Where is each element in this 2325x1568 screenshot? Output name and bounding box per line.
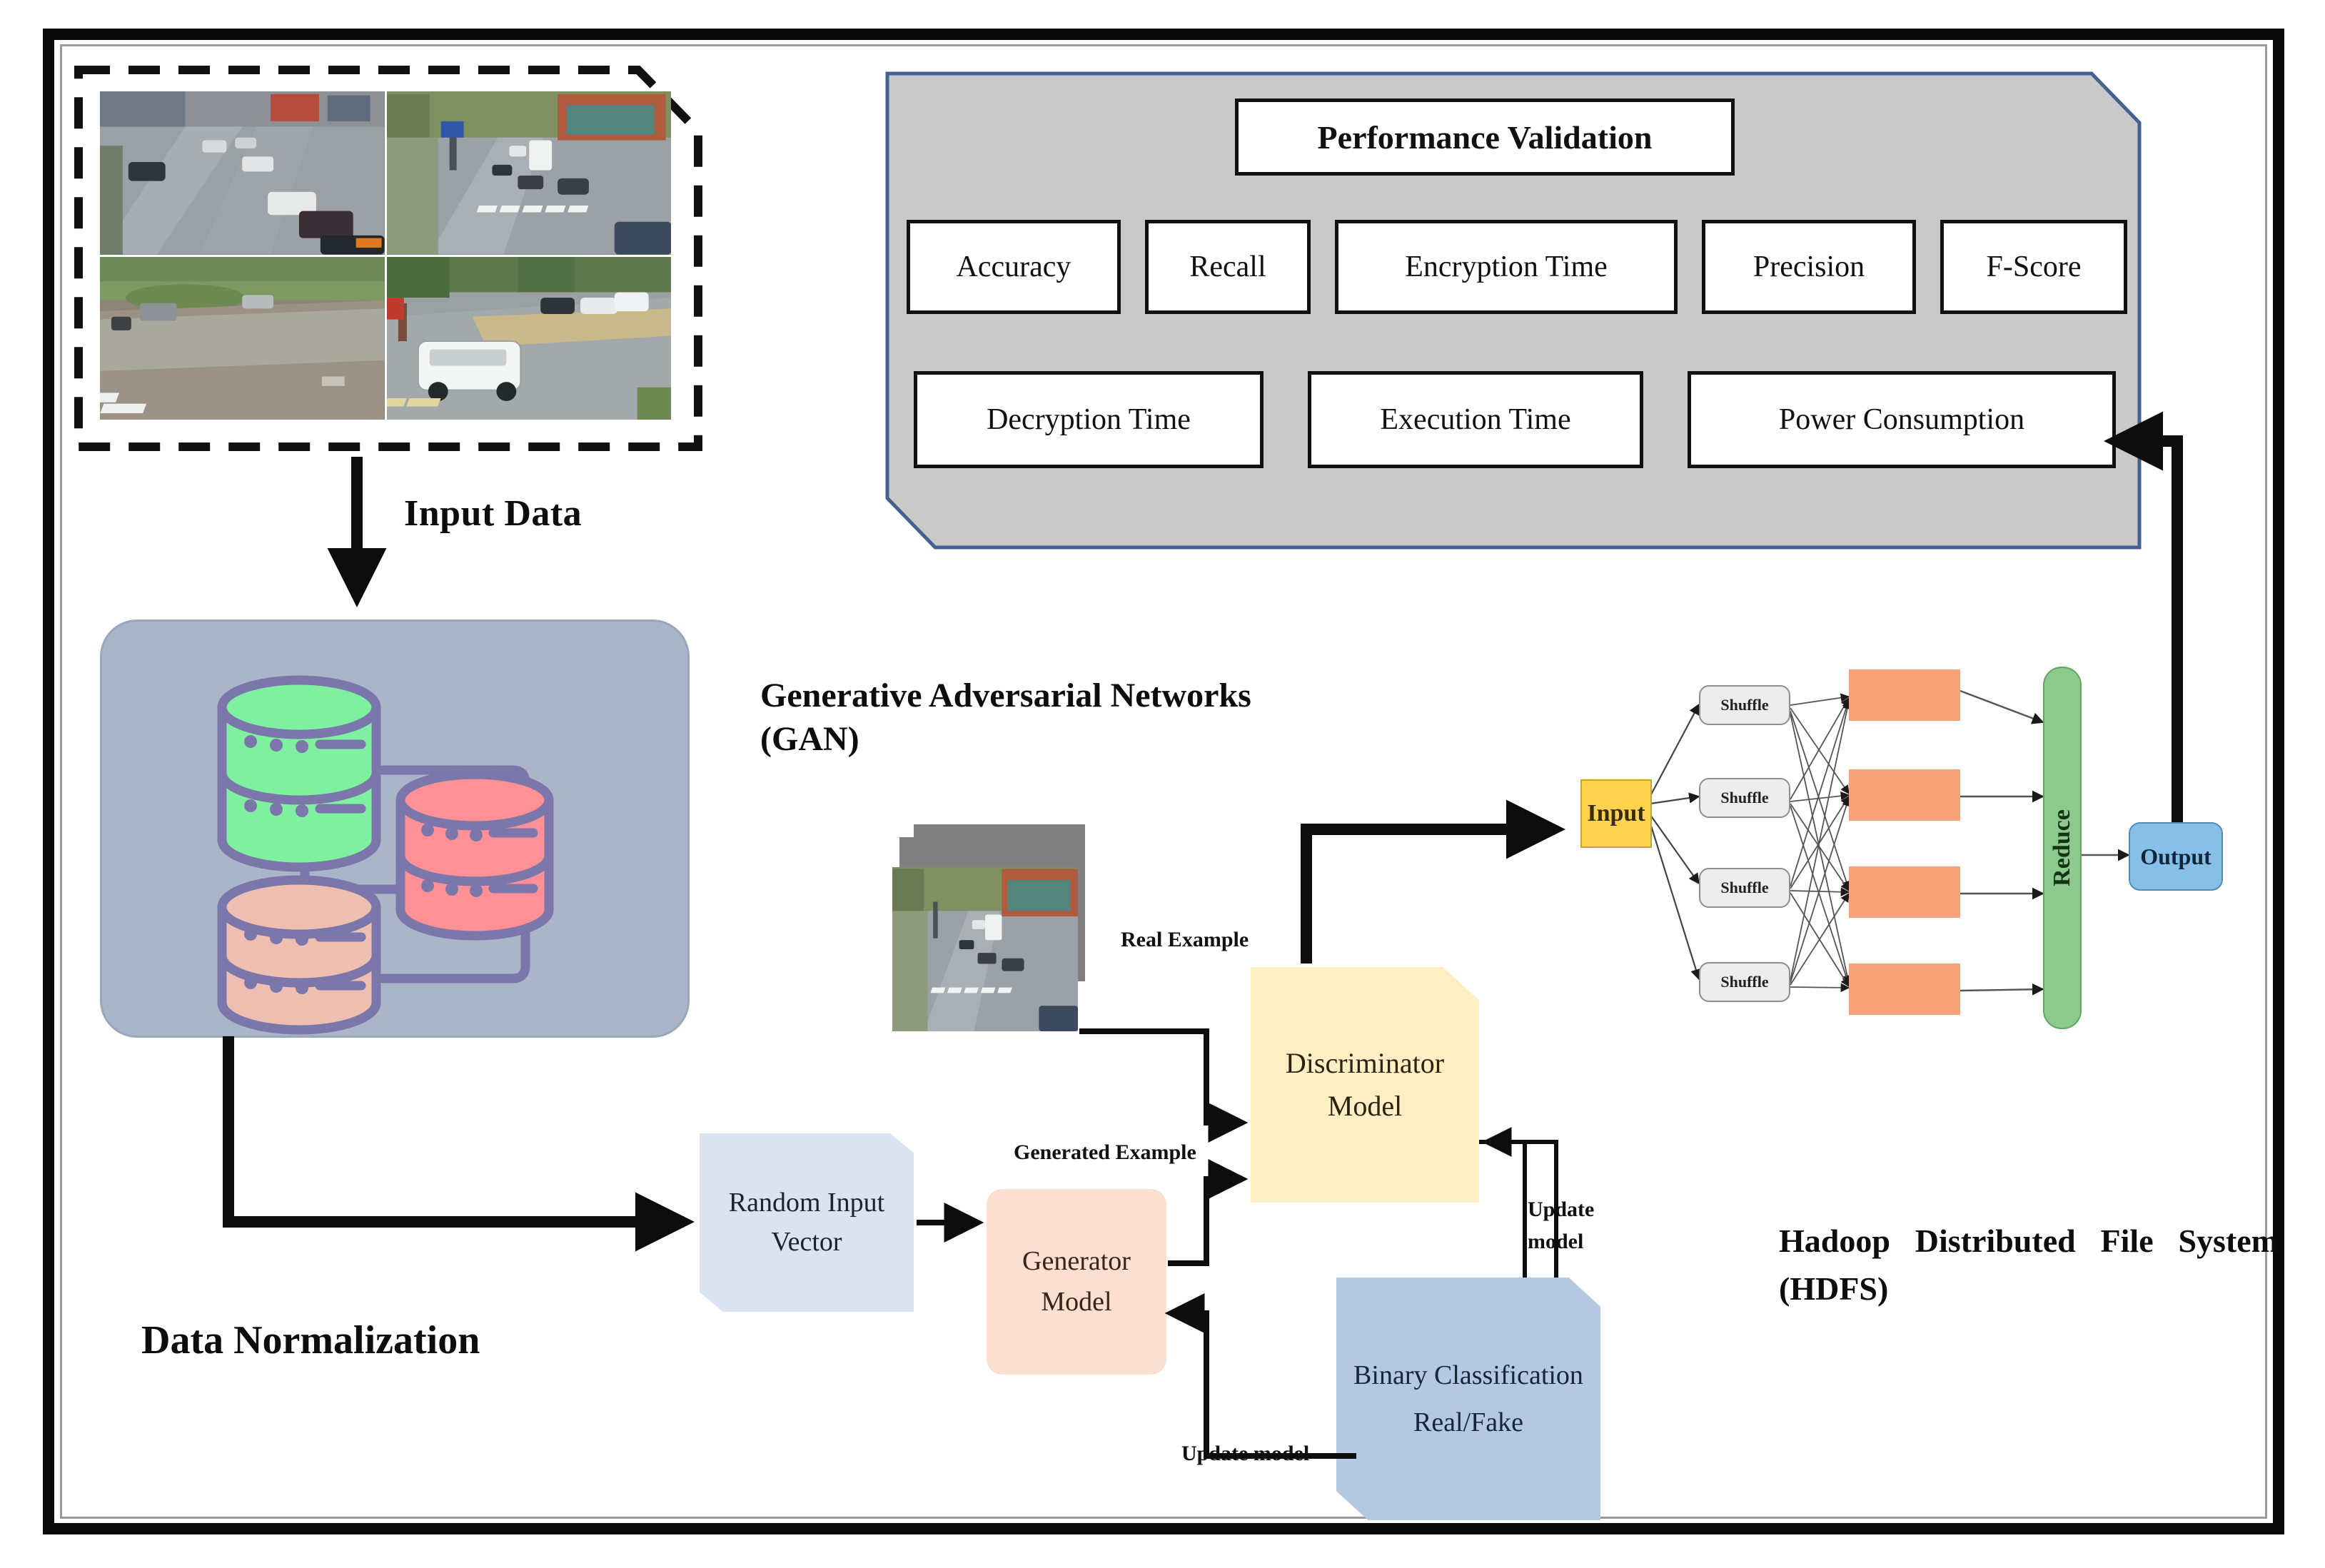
hdfs-map-node-4: Map: [1849, 963, 1960, 1015]
hdfs-map-node-3: Map: [1849, 866, 1960, 918]
db-cylinder-red: [395, 769, 554, 941]
performance-metrics-row-2: Decryption Time Execution Time Power Con…: [914, 371, 2116, 468]
hdfs-reduce-label: Reduce: [2049, 809, 2075, 886]
hdfs-shuffle-label-3: Shuffle: [1720, 879, 1769, 896]
input-data-label: Input Data: [404, 493, 582, 534]
hdfs-shuffle-label-2: Shuffle: [1720, 789, 1769, 806]
metric-precision: Precision: [1702, 220, 1916, 314]
metric-execution-time: Execution Time: [1308, 371, 1643, 468]
real-example-label: Real Example: [1121, 928, 1249, 951]
hdfs-section-label: Hadoop Distributed File System (HDFS): [1779, 1223, 2279, 1307]
update-model-discriminator-label: Update model: [1528, 1198, 1595, 1253]
metric-recall: Recall: [1145, 220, 1311, 314]
hdfs-map-shape-1: [1849, 669, 1960, 721]
real-example-image-stack: [892, 824, 1085, 1031]
photo-intersection-with-white-minibus: [386, 256, 671, 420]
performance-metrics-row-1: Accuracy Recall Encryption Time Precisio…: [907, 220, 2127, 314]
generated-example-label: Generated Example: [1014, 1140, 1196, 1164]
hdfs-map-shape-2: [1849, 769, 1960, 821]
metric-decryption-time: Decryption Time: [914, 371, 1264, 468]
photo-highway-traffic-daytime: [100, 91, 385, 255]
hdfs-shuffle-node-1: Shuffle: [1699, 685, 1790, 725]
random-input-vector-label: Random Input Vector: [728, 1187, 885, 1257]
discriminator-model-node: Discriminator Model: [1251, 967, 1479, 1203]
discriminator-model-label: Discriminator Model: [1285, 1047, 1445, 1122]
gan-section-label: Generative Adversarial Networks (GAN): [760, 677, 1251, 759]
hdfs-output-label: Output: [2140, 843, 2211, 869]
binary-classification-node: Binary Classification Real/Fake: [1336, 1278, 1600, 1520]
metric-f-score: F-Score: [1940, 220, 2127, 314]
photo-flooded-road-intersection: [100, 256, 385, 420]
generator-model-label: Generator Model: [1022, 1246, 1131, 1317]
data-normalization-panel: [100, 619, 690, 1038]
metric-encryption-time: Encryption Time: [1335, 220, 1678, 314]
hdfs-shuffle-label-1: Shuffle: [1720, 696, 1769, 714]
hdfs-map-shape-3: [1849, 866, 1960, 918]
db-cylinder-green: [217, 675, 381, 872]
performance-validation-title: Performance Validation: [1235, 98, 1735, 176]
hdfs-mapreduce-diagram: Input Shuffle Shuffle Shuffle Shuffle Ma…: [1563, 628, 2227, 1085]
hdfs-shuffle-node-4: Shuffle: [1699, 962, 1790, 1002]
performance-validation-panel: Performance Validation Accuracy Recall E…: [885, 71, 2142, 550]
hdfs-shuffle-node-3: Shuffle: [1699, 868, 1790, 908]
data-normalization-label: Data Normalization: [141, 1318, 480, 1362]
binary-classification-label: Binary Classification Real/Fake: [1353, 1360, 1583, 1438]
photo-urban-crossing-with-crosswalk: [386, 91, 671, 255]
hdfs-shuffle-node-2: Shuffle: [1699, 778, 1790, 818]
hdfs-output-node: Output: [2129, 822, 2223, 891]
input-data-panel: [74, 66, 702, 451]
real-example-photo: [892, 867, 1078, 1031]
update-model-generator-label: Update model: [1181, 1442, 1310, 1465]
hdfs-map-shape-4: [1849, 963, 1960, 1015]
hdfs-map-node-1: Map: [1849, 669, 1960, 721]
generator-model-node: Generator Model: [987, 1189, 1166, 1375]
hdfs-shuffle-label-4: Shuffle: [1720, 973, 1769, 991]
database-cluster-icon: [217, 675, 554, 1035]
metric-accuracy: Accuracy: [907, 220, 1121, 314]
hdfs-input-node: Input: [1580, 779, 1652, 848]
hdfs-reduce-node: Reduce: [2043, 667, 2082, 1029]
metric-power-consumption: Power Consumption: [1688, 371, 2116, 468]
random-input-vector-node: Random Input Vector: [700, 1133, 914, 1312]
hdfs-input-label: Input: [1587, 800, 1645, 826]
figure-canvas: Input Data Data Normalization Performanc…: [0, 0, 2325, 1568]
hdfs-map-node-2: Map: [1849, 769, 1960, 821]
input-photo-grid: [100, 91, 671, 420]
db-cylinder-salmon: [217, 875, 381, 1035]
